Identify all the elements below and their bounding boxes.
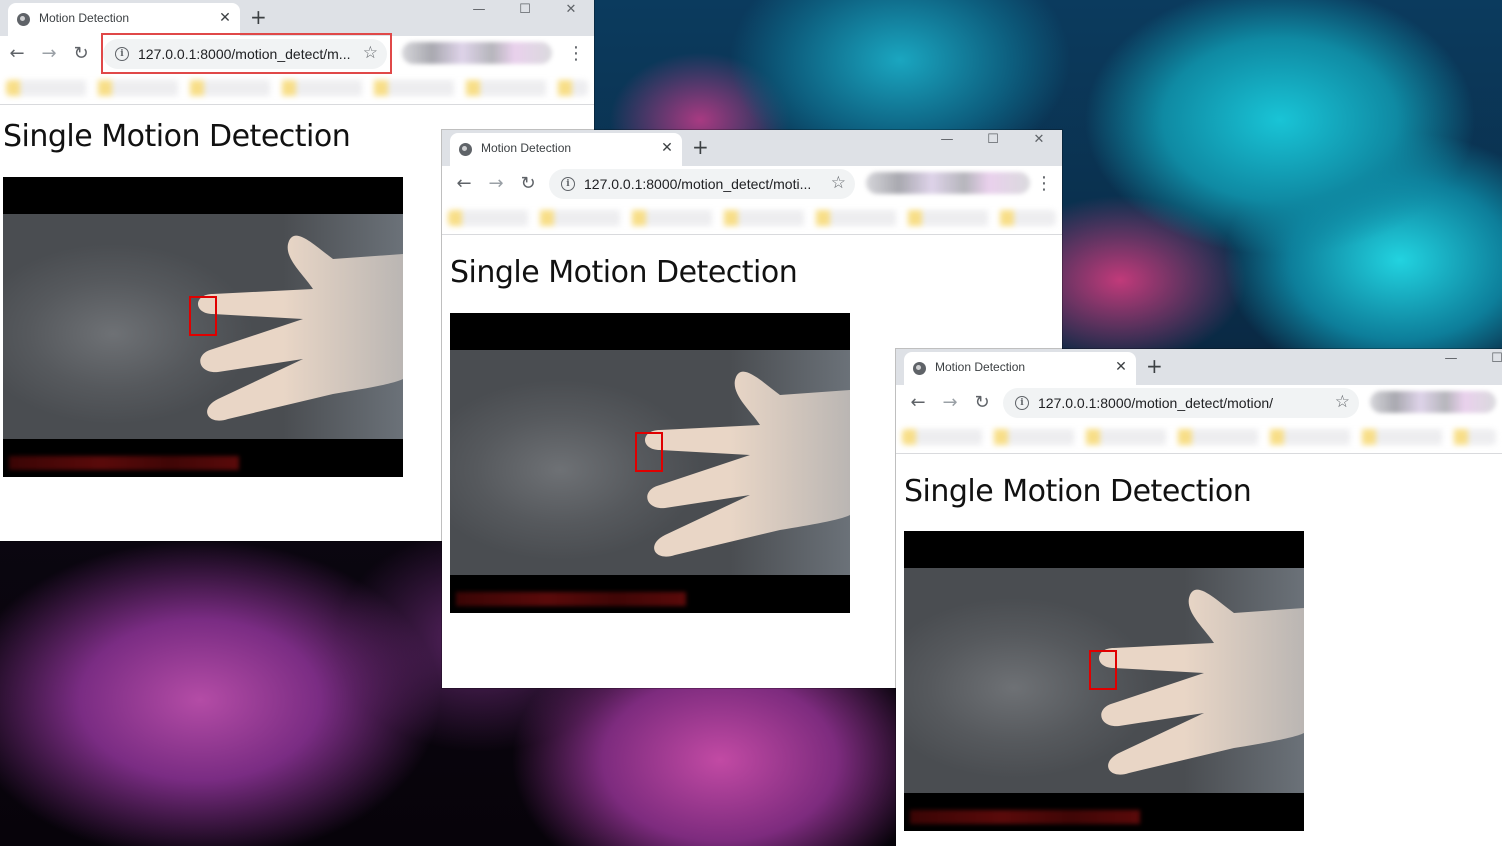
video-feed (450, 313, 850, 613)
video-feed (904, 531, 1304, 831)
reload-button[interactable]: ↻ (70, 43, 92, 65)
url-text: 127.0.0.1:8000/motion_detect/motion/ (1038, 395, 1274, 411)
close-tab-icon[interactable]: ✕ (1112, 358, 1130, 376)
forward-button[interactable]: → (485, 173, 507, 195)
window-controls: — ☐ ✕ (924, 130, 1062, 156)
tab-title: Motion Detection (39, 11, 130, 25)
minimize-button[interactable]: — (456, 0, 502, 26)
bookmarks-blurred (902, 429, 1496, 445)
title-bar: Motion Detection ✕ + — ☐ ✕ (0, 0, 594, 36)
video-caption-blurred (910, 810, 1140, 824)
toolbar: ← → ↻ i 127.0.0.1:8000/motion_detect/m..… (0, 36, 594, 72)
minimize-button[interactable]: — (924, 130, 970, 156)
page-content: Single Motion Detection (896, 454, 1502, 846)
window-controls: — ☐ (1428, 349, 1502, 375)
page-title: Single Motion Detection (3, 119, 351, 154)
video-feed (3, 177, 403, 477)
camera-scene (450, 350, 850, 575)
bookmark-star-icon[interactable]: ☆ (363, 43, 378, 63)
bookmarks-bar (896, 421, 1502, 454)
extensions-area (866, 172, 1030, 194)
globe-icon (913, 362, 926, 375)
back-button[interactable]: ← (907, 392, 929, 414)
motion-detection-box (1089, 650, 1117, 690)
forward-button[interactable]: → (38, 43, 60, 65)
title-bar: Motion Detection ✕ + — ☐ (896, 349, 1502, 385)
extensions-area (1370, 391, 1496, 413)
url-text: 127.0.0.1:8000/motion_detect/m... (138, 46, 351, 62)
back-button[interactable]: ← (453, 173, 475, 195)
forward-button[interactable]: → (939, 392, 961, 414)
back-button[interactable]: ← (6, 43, 28, 65)
site-info-icon[interactable]: i (1015, 396, 1029, 410)
new-tab-button[interactable]: + (692, 136, 709, 158)
new-tab-button[interactable]: + (250, 6, 267, 28)
toolbar: ← → ↻ i 127.0.0.1:8000/motion_detect/mot… (442, 166, 1062, 202)
maximize-button[interactable]: ☐ (1474, 349, 1502, 375)
camera-scene (904, 568, 1304, 793)
bookmarks-blurred (6, 80, 588, 96)
url-text: 127.0.0.1:8000/motion_detect/moti... (584, 176, 812, 192)
close-tab-icon[interactable]: ✕ (216, 9, 234, 27)
tab-title: Motion Detection (481, 141, 572, 155)
close-window-button[interactable]: ✕ (1016, 130, 1062, 156)
motion-detection-box (635, 432, 663, 472)
bookmark-star-icon[interactable]: ☆ (1335, 392, 1350, 412)
bookmark-star-icon[interactable]: ☆ (831, 173, 846, 193)
tab-motion-detection[interactable]: Motion Detection ✕ (450, 133, 682, 166)
video-caption-blurred (9, 456, 239, 470)
maximize-button[interactable]: ☐ (970, 130, 1016, 156)
minimize-button[interactable]: — (1428, 349, 1474, 375)
title-bar: Motion Detection ✕ + — ☐ ✕ (442, 130, 1062, 166)
menu-icon[interactable]: ⋮ (1035, 173, 1053, 195)
close-tab-icon[interactable]: ✕ (658, 139, 676, 157)
new-tab-button[interactable]: + (1146, 355, 1163, 377)
extensions-area (402, 42, 552, 64)
address-bar[interactable]: i 127.0.0.1:8000/motion_detect/moti... ☆ (549, 169, 855, 199)
globe-icon (17, 13, 30, 26)
tab-motion-detection[interactable]: Motion Detection ✕ (904, 352, 1136, 385)
window-controls: — ☐ ✕ (456, 0, 594, 26)
motion-detection-box (189, 296, 217, 336)
address-bar[interactable]: i 127.0.0.1:8000/motion_detect/motion/ ☆ (1003, 388, 1359, 418)
tab-motion-detection[interactable]: Motion Detection ✕ (8, 3, 240, 36)
bookmarks-bar (442, 202, 1062, 235)
menu-icon[interactable]: ⋮ (567, 43, 585, 65)
maximize-button[interactable]: ☐ (502, 0, 548, 26)
bookmarks-blurred (448, 210, 1056, 226)
globe-icon (459, 143, 472, 156)
address-bar[interactable]: i 127.0.0.1:8000/motion_detect/m... ☆ (103, 39, 387, 69)
toolbar: ← → ↻ i 127.0.0.1:8000/motion_detect/mot… (896, 385, 1502, 421)
page-title: Single Motion Detection (904, 474, 1252, 509)
tab-title: Motion Detection (935, 360, 1026, 374)
bookmarks-bar (0, 72, 594, 105)
site-info-icon[interactable]: i (115, 47, 129, 61)
reload-button[interactable]: ↻ (517, 173, 539, 195)
site-info-icon[interactable]: i (561, 177, 575, 191)
page-title: Single Motion Detection (450, 255, 798, 290)
browser-window-3: Motion Detection ✕ + — ☐ ← → ↻ i 127.0.0… (896, 349, 1502, 846)
reload-button[interactable]: ↻ (971, 392, 993, 414)
close-window-button[interactable]: ✕ (548, 0, 594, 26)
video-caption-blurred (456, 592, 686, 606)
camera-scene (3, 214, 403, 439)
